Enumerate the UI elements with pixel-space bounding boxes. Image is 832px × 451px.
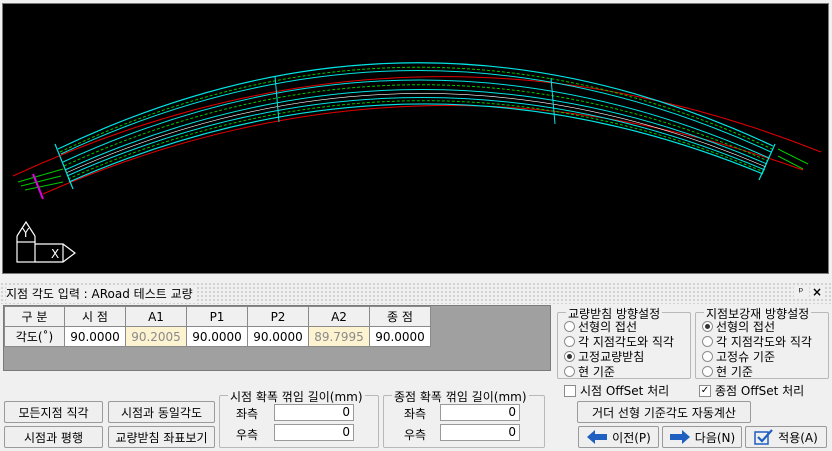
grid-row-label: 각도(˚) — [4, 326, 65, 347]
radio-icon[interactable] — [564, 366, 575, 377]
panel-title: 지점 각도 입력 : ARoad 테스트 교량 — [6, 285, 197, 302]
support-option-perpendicular[interactable]: 각 지점각도와 직각 — [702, 334, 812, 349]
start-widen-left-input[interactable]: 0 — [274, 404, 354, 421]
bridge-drawing: Y X — [12, 62, 822, 263]
grid-cell-a2[interactable]: 89.7995 — [308, 326, 370, 347]
grid-header-p2: P2 — [247, 306, 309, 327]
grid-header-p1: P1 — [186, 306, 248, 327]
end-widen-left-label: 좌측 — [404, 407, 427, 421]
radio-icon[interactable] — [564, 321, 575, 332]
start-widen-right-label: 우측 — [236, 428, 259, 442]
next-button[interactable]: 다음(N) — [662, 426, 742, 448]
end-widen-right-input[interactable]: 0 — [440, 424, 520, 441]
angle-grid: 구 분 시 점 A1 P1 P2 A2 종 점 각도(˚) 90.0000 90… — [3, 305, 551, 371]
parallel-start-button[interactable]: 시점과 평행 — [4, 426, 103, 448]
grid-header-category: 구 분 — [4, 306, 65, 327]
radio-icon[interactable] — [702, 351, 713, 362]
arrow-left-icon — [586, 430, 608, 444]
start-offset-checkbox[interactable]: 시점 OffSet 처리 — [564, 383, 669, 398]
bearing-option-perpendicular[interactable]: 각 지점각도와 직각 — [564, 334, 674, 349]
support-option-chord[interactable]: 현 기준 — [702, 364, 753, 379]
bearing-option-tangent[interactable]: 선형의 접선 — [564, 319, 637, 334]
end-widen-right-label: 우측 — [404, 428, 427, 442]
end-widen-group: 종점 확폭 꺾임 길이(mm) 좌측 0 우측 0 — [383, 388, 545, 448]
close-icon[interactable]: × — [810, 285, 824, 299]
grid-cell-p1[interactable]: 90.0000 — [186, 326, 248, 347]
bearing-option-chord[interactable]: 현 기준 — [564, 364, 615, 379]
arrow-right-icon — [669, 430, 691, 444]
prev-button[interactable]: 이전(P) — [578, 426, 659, 448]
apply-button[interactable]: 적용(A) — [745, 426, 827, 448]
grid-cell-end[interactable]: 90.0000 — [369, 326, 431, 347]
cad-viewport[interactable]: Y X — [2, 3, 829, 274]
end-widen-left-input[interactable]: 0 — [440, 404, 520, 421]
start-widen-right-input[interactable]: 0 — [274, 424, 354, 441]
bearing-direction-group: 교량받침 방향설정 선형의 접선 각 지점각도와 직각 고정교량받침 현 기준 — [557, 305, 691, 379]
grid-cell-p2[interactable]: 90.0000 — [247, 326, 309, 347]
radio-selected-icon[interactable] — [702, 321, 713, 332]
same-as-start-button[interactable]: 시점과 동일각도 — [108, 401, 215, 423]
grid-header-start: 시 점 — [64, 306, 126, 327]
panel-title-bar: 지점 각도 입력 : ARoad 테스트 교량 ᵖ × — [0, 282, 832, 304]
red-boundary-upper — [12, 76, 822, 177]
support-option-fixed-shoe[interactable]: 고정슈 기준 — [702, 349, 775, 364]
auto-calc-button[interactable]: 거더 선형 기준각도 자동계산 — [577, 401, 751, 423]
support-direction-group: 지점보강재 방향설정 선형의 접선 각 지점각도와 직각 고정슈 기준 현 기준 — [695, 305, 829, 379]
checkbox-checked-icon[interactable]: ✓ — [699, 384, 711, 397]
check-apply-icon — [754, 429, 774, 445]
radio-icon[interactable] — [564, 336, 575, 347]
checkbox-icon[interactable] — [564, 384, 576, 397]
radio-icon[interactable] — [702, 336, 713, 347]
end-widen-title: 종점 확폭 꺾임 길이(mm) — [392, 388, 529, 405]
radio-icon[interactable] — [702, 366, 713, 377]
end-offset-checkbox[interactable]: ✓ 종점 OffSet 처리 — [699, 383, 804, 398]
all-right-angle-button[interactable]: 모든지점 직각 — [4, 401, 103, 423]
support-option-tangent[interactable]: 선형의 접선 — [702, 319, 775, 334]
grid-header-a1: A1 — [125, 306, 187, 327]
grid-header-a2: A2 — [308, 306, 370, 327]
grid-cell-start[interactable]: 90.0000 — [64, 326, 126, 347]
axis-x-label: X — [51, 247, 59, 261]
pin-icon[interactable]: ᵖ — [794, 285, 808, 299]
radio-selected-icon[interactable] — [564, 351, 575, 362]
start-widen-title: 시점 확폭 꺾임 길이(mm) — [228, 388, 365, 405]
bearing-coords-button[interactable]: 교량받침 좌표보기 — [108, 426, 215, 448]
axis-y-label: Y — [21, 226, 30, 240]
bearing-option-fixed[interactable]: 고정교량받침 — [564, 349, 644, 364]
start-widen-group: 시점 확폭 꺾임 길이(mm) 좌측 0 우측 0 — [219, 388, 379, 448]
grid-cell-a1[interactable]: 90.2005 — [125, 326, 187, 347]
grid-header-end: 종 점 — [369, 306, 431, 327]
start-widen-left-label: 좌측 — [236, 407, 259, 421]
